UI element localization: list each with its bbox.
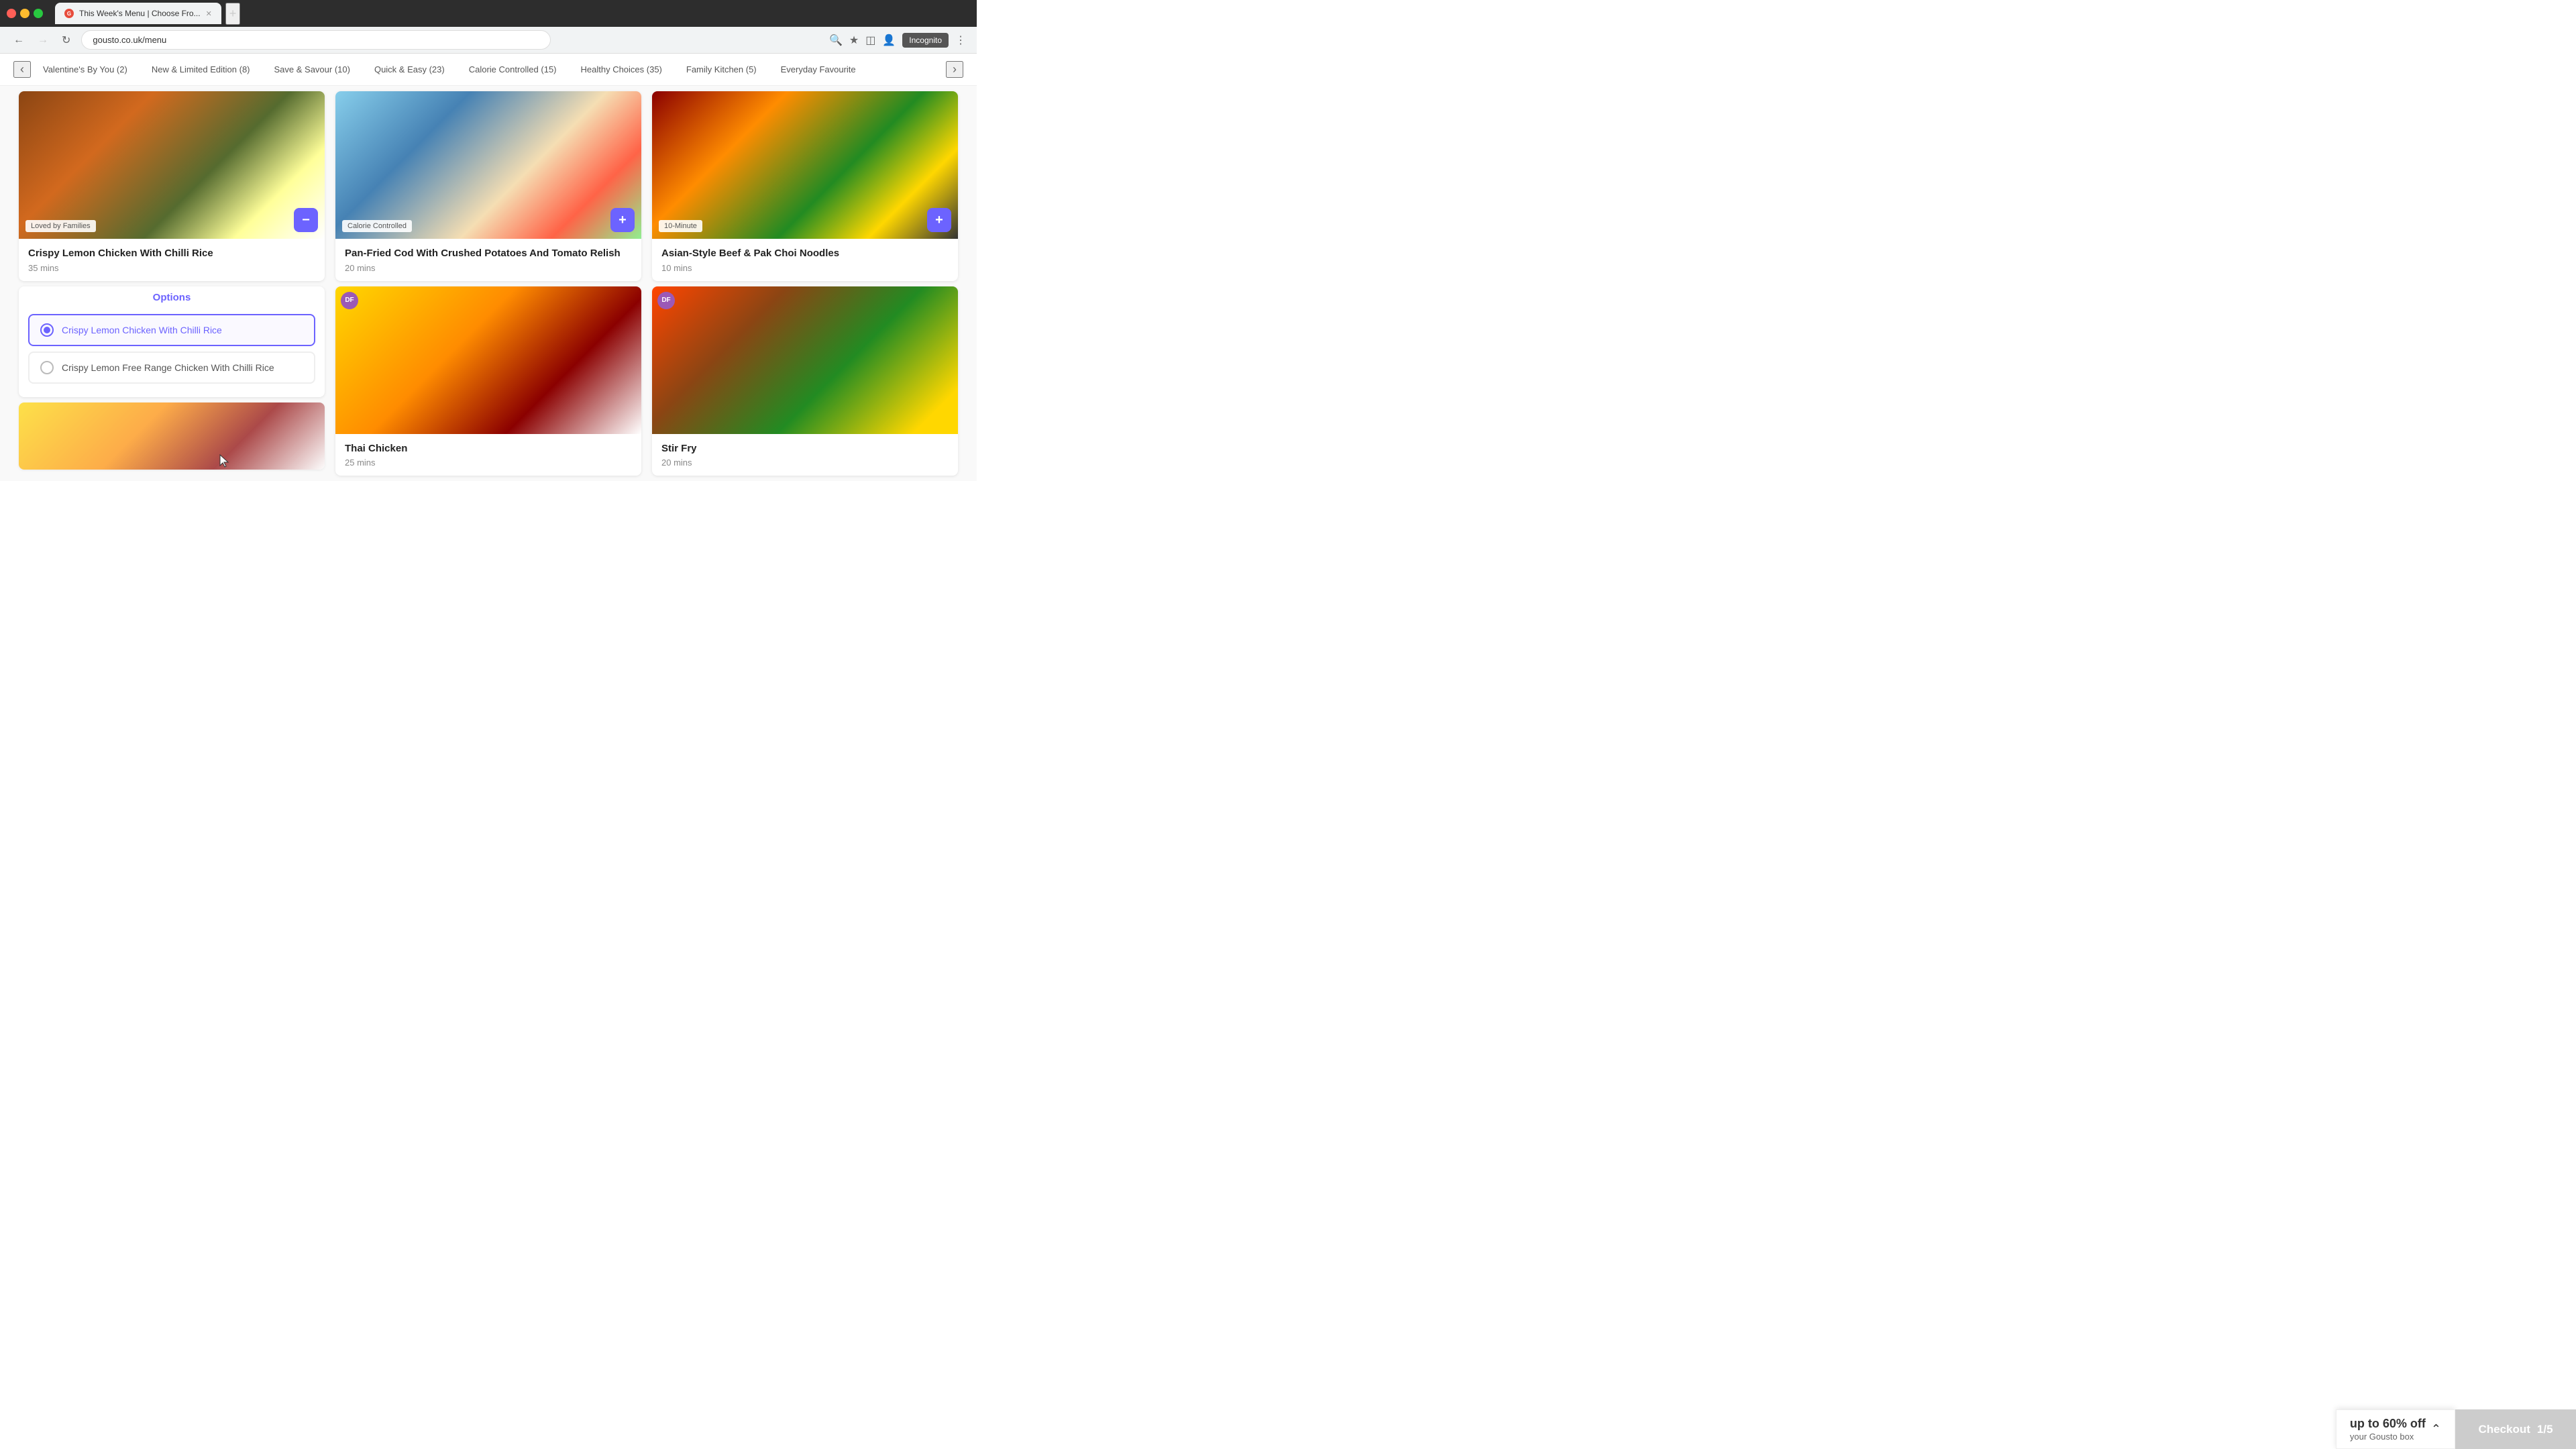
cat-item-healthy[interactable]: Healthy Choices (35) xyxy=(569,56,674,83)
radio-circle-1 xyxy=(40,323,54,337)
add-beef-button[interactable]: + xyxy=(927,208,951,232)
address-input[interactable] xyxy=(81,30,551,50)
profile-icon[interactable]: 👤 xyxy=(882,34,896,47)
category-nav-left[interactable]: ‹ xyxy=(13,61,31,78)
cat-item-valentines[interactable]: Valentine's By You (2) xyxy=(31,56,140,83)
option-label-2: Crispy Lemon Free Range Chicken With Chi… xyxy=(62,362,274,373)
recipe-card-partial xyxy=(19,402,325,470)
address-bar: ← → ↻ 🔍 ★ ◫ 👤 Incognito ⋮ xyxy=(0,27,977,54)
cat-item-family[interactable]: Family Kitchen (5) xyxy=(674,56,769,83)
option-2[interactable]: Crispy Lemon Free Range Chicken With Chi… xyxy=(28,352,315,384)
active-tab[interactable]: G This Week's Menu | Choose Fro... ✕ xyxy=(55,3,221,24)
checkout-label: Checkout xyxy=(2478,1423,2530,1436)
options-list: Crispy Lemon Chicken With Chilli Rice Cr… xyxy=(19,309,325,392)
checkout-button[interactable]: Checkout 1/5 xyxy=(2455,1409,2576,1449)
options-title: Options xyxy=(19,286,325,309)
card-badge-10min: 10-Minute xyxy=(659,220,702,232)
discount-banner: up to 60% off your Gousto box ⌃ xyxy=(2336,1409,2455,1449)
card-image-cod[interactable]: Calorie Controlled + xyxy=(335,91,641,239)
extensions-icon[interactable]: ◫ xyxy=(865,34,875,47)
forward-button[interactable]: → xyxy=(35,32,51,49)
radio-circle-2 xyxy=(40,361,54,374)
category-nav: ‹ Valentine's By You (2) New & Limited E… xyxy=(0,54,977,86)
add-cod-button[interactable]: + xyxy=(610,208,635,232)
search-icon[interactable]: 🔍 xyxy=(829,34,843,47)
options-panel: Options Crispy Lemon Chicken With Chilli… xyxy=(19,286,325,397)
df-badge-thai: DF xyxy=(341,292,358,309)
recipe-card-col2: Calorie Controlled + Pan-Fried Cod With … xyxy=(330,86,647,481)
card-body-cod: Pan-Fried Cod With Crushed Potatoes And … xyxy=(335,239,641,281)
recipe-card-thai: DF Thai Chicken 25 mins xyxy=(335,286,641,476)
category-items: Valentine's By You (2) New & Limited Edi… xyxy=(31,56,946,83)
tab-close-button[interactable]: ✕ xyxy=(206,9,212,18)
remove-lemon-chicken-button[interactable]: − xyxy=(294,208,318,232)
radio-dot-1 xyxy=(44,327,50,333)
menu-icon[interactable]: ⋮ xyxy=(955,34,966,47)
card-image-stir[interactable]: DF xyxy=(652,286,958,434)
discount-sub: your Gousto box xyxy=(2350,1432,2426,1442)
card-image-thai[interactable]: DF xyxy=(335,286,641,434)
reload-button[interactable]: ↻ xyxy=(59,31,73,50)
option-1[interactable]: Crispy Lemon Chicken With Chilli Rice xyxy=(28,314,315,346)
card-body-thai: Thai Chicken 25 mins xyxy=(335,434,641,476)
tab-favicon: G xyxy=(64,9,74,18)
card-body-lemon-chicken: Crispy Lemon Chicken With Chilli Rice 35… xyxy=(19,239,325,281)
bottom-bar: up to 60% off your Gousto box ⌃ Checkout… xyxy=(2336,1409,2576,1449)
category-nav-right[interactable]: › xyxy=(946,61,963,78)
card-body-beef: Asian-Style Beef & Pak Choi Noodles 10 m… xyxy=(652,239,958,281)
card-title-beef: Asian-Style Beef & Pak Choi Noodles xyxy=(661,247,949,260)
card-title-cod: Pan-Fried Cod With Crushed Potatoes And … xyxy=(345,247,632,260)
card-image-lemon-chicken[interactable]: Loved by Families − xyxy=(19,91,325,239)
recipe-card-lemon-chicken: Loved by Families − Crispy Lemon Chicken… xyxy=(19,91,325,281)
recipe-card-col3: 10-Minute + Asian-Style Beef & Pak Choi … xyxy=(647,86,963,481)
cat-item-everyday[interactable]: Everyday Favourite xyxy=(769,56,868,83)
recipe-card-stir: DF Stir Fry 20 mins xyxy=(652,286,958,476)
cat-item-new-limited[interactable]: New & Limited Edition (8) xyxy=(140,56,262,83)
card-time-stir: 20 mins xyxy=(661,458,949,468)
close-window-button[interactable] xyxy=(7,9,16,18)
card-title-lemon-chicken: Crispy Lemon Chicken With Chilli Rice xyxy=(28,247,315,260)
browser-chrome: G This Week's Menu | Choose Fro... ✕ + xyxy=(0,0,977,27)
new-tab-button[interactable]: + xyxy=(225,3,241,25)
recipe-card-1: Loved by Families − Crispy Lemon Chicken… xyxy=(13,86,330,481)
cat-item-calorie[interactable]: Calorie Controlled (15) xyxy=(457,56,569,83)
maximize-window-button[interactable] xyxy=(34,9,43,18)
cat-item-save-savour[interactable]: Save & Savour (10) xyxy=(262,56,362,83)
tab-title: This Week's Menu | Choose Fro... xyxy=(79,9,201,18)
card-time-beef: 10 mins xyxy=(661,263,949,273)
back-button[interactable]: ← xyxy=(11,32,27,49)
recipe-grid: Loved by Families − Crispy Lemon Chicken… xyxy=(0,86,977,481)
cat-item-quick-easy[interactable]: Quick & Easy (23) xyxy=(362,56,457,83)
minimize-window-button[interactable] xyxy=(20,9,30,18)
card-image-partial xyxy=(19,402,325,470)
discount-percent: up to 60% off xyxy=(2350,1417,2426,1432)
tab-bar: G This Week's Menu | Choose Fro... ✕ + xyxy=(55,3,970,25)
discount-info: up to 60% off your Gousto box xyxy=(2350,1417,2426,1442)
card-title-stir: Stir Fry xyxy=(661,442,949,455)
card-badge-calorie: Calorie Controlled xyxy=(342,220,412,232)
card-title-thai: Thai Chicken xyxy=(345,442,632,455)
discount-chevron-button[interactable]: ⌃ xyxy=(2431,1422,2441,1436)
card-image-beef[interactable]: 10-Minute + xyxy=(652,91,958,239)
checkout-count: 1/5 xyxy=(2537,1423,2553,1436)
card-time-thai: 25 mins xyxy=(345,458,632,468)
toolbar-icons: 🔍 ★ ◫ 👤 Incognito ⋮ xyxy=(829,33,966,48)
bookmark-icon[interactable]: ★ xyxy=(849,34,859,47)
card-body-stir: Stir Fry 20 mins xyxy=(652,434,958,476)
card-time-cod: 20 mins xyxy=(345,263,632,273)
recipe-card-cod: Calorie Controlled + Pan-Fried Cod With … xyxy=(335,91,641,281)
main-content: Loved by Families − Crispy Lemon Chicken… xyxy=(0,86,977,481)
card-badge-loved: Loved by Families xyxy=(25,220,96,232)
incognito-badge: Incognito xyxy=(902,33,949,48)
df-badge-stir: DF xyxy=(657,292,675,309)
option-label-1: Crispy Lemon Chicken With Chilli Rice xyxy=(62,325,222,335)
recipe-card-beef: 10-Minute + Asian-Style Beef & Pak Choi … xyxy=(652,91,958,281)
window-controls xyxy=(7,9,43,18)
card-time-lemon-chicken: 35 mins xyxy=(28,263,315,273)
